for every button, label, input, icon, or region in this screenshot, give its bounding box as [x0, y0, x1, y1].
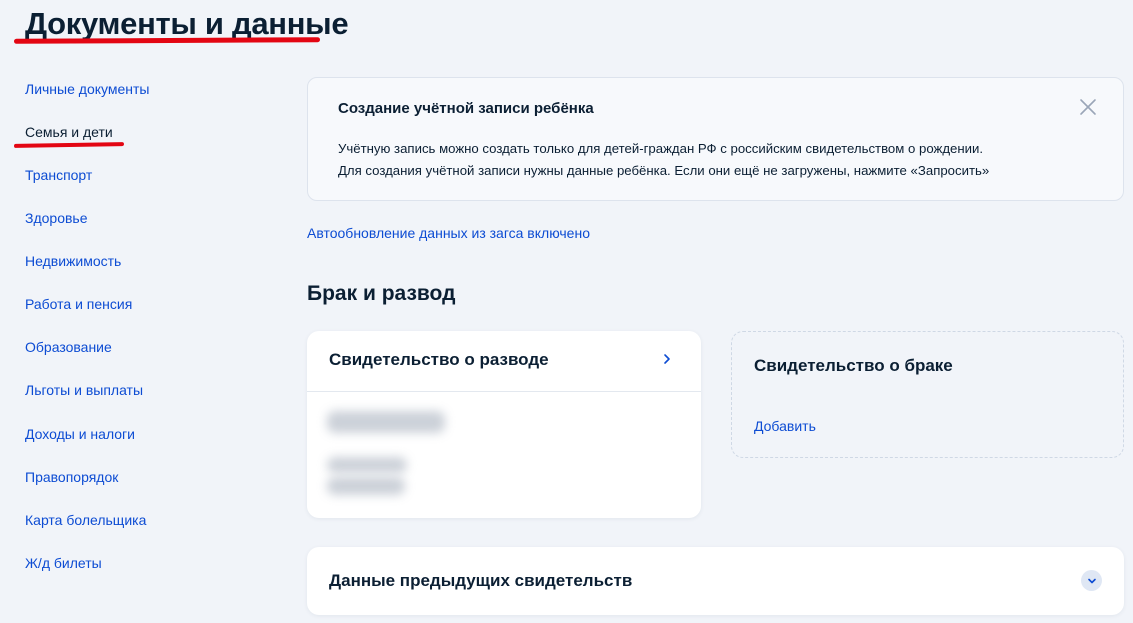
sidebar-item-personal-documents[interactable]: Личные документы	[25, 79, 149, 99]
sidebar-item-transport[interactable]: Транспорт	[25, 165, 92, 185]
sidebar-item-benefits-payments[interactable]: Льготы и выплаты	[25, 380, 143, 400]
page: Документы и данные Личные документы Семь…	[0, 0, 1133, 623]
banner-text-line-1: Учётную запись можно создать только для …	[338, 141, 984, 156]
sidebar-item-work-pension[interactable]: Работа и пенсия	[25, 294, 132, 314]
info-banner: Создание учётной записи ребёнка Учётную …	[307, 77, 1124, 201]
auto-update-link[interactable]: Автообновление данных из загса включено	[307, 224, 590, 242]
divorce-certificate-card[interactable]: Свидетельство о разводе	[307, 331, 701, 518]
marriage-certificate-card: Свидетельство о браке Добавить	[731, 331, 1124, 458]
blurred-content	[327, 477, 405, 495]
blurred-content	[327, 457, 407, 473]
chevron-down-icon[interactable]	[1081, 570, 1102, 591]
previous-certificates-title: Данные предыдущих свидетельств	[329, 571, 633, 590]
blurred-content	[327, 411, 445, 433]
divorce-card-header[interactable]: Свидетельство о разводе	[307, 331, 701, 392]
sidebar-item-fan-card[interactable]: Карта болельщика	[25, 510, 146, 530]
chevron-right-icon[interactable]	[661, 351, 673, 367]
sidebar-item-education[interactable]: Образование	[25, 337, 112, 357]
banner-title: Создание учётной записи ребёнка	[338, 100, 594, 117]
banner-text: Учётную запись можно создать только для …	[338, 138, 989, 182]
divorce-card-title: Свидетельство о разводе	[329, 350, 549, 369]
previous-certificates-card[interactable]: Данные предыдущих свидетельств	[307, 547, 1124, 615]
close-icon[interactable]	[1079, 98, 1097, 116]
add-marriage-certificate-link[interactable]: Добавить	[754, 417, 816, 435]
sidebar-item-real-estate[interactable]: Недвижимость	[25, 251, 121, 271]
section-title: Брак и развод	[307, 282, 456, 305]
sidebar-item-family-children[interactable]: Семья и дети	[25, 122, 113, 142]
sidebar-item-law-order[interactable]: Правопорядок	[25, 467, 118, 487]
sidebar-item-income-taxes[interactable]: Доходы и налоги	[25, 424, 135, 444]
marriage-card-title: Свидетельство о браке	[754, 356, 953, 375]
sidebar-item-railway-tickets[interactable]: Ж/д билеты	[25, 553, 102, 573]
sidebar-active-underline-mark	[13, 142, 125, 148]
sidebar-item-health[interactable]: Здоровье	[25, 208, 88, 228]
banner-text-line-2: Для создания учётной записи нужны данные…	[338, 163, 990, 178]
